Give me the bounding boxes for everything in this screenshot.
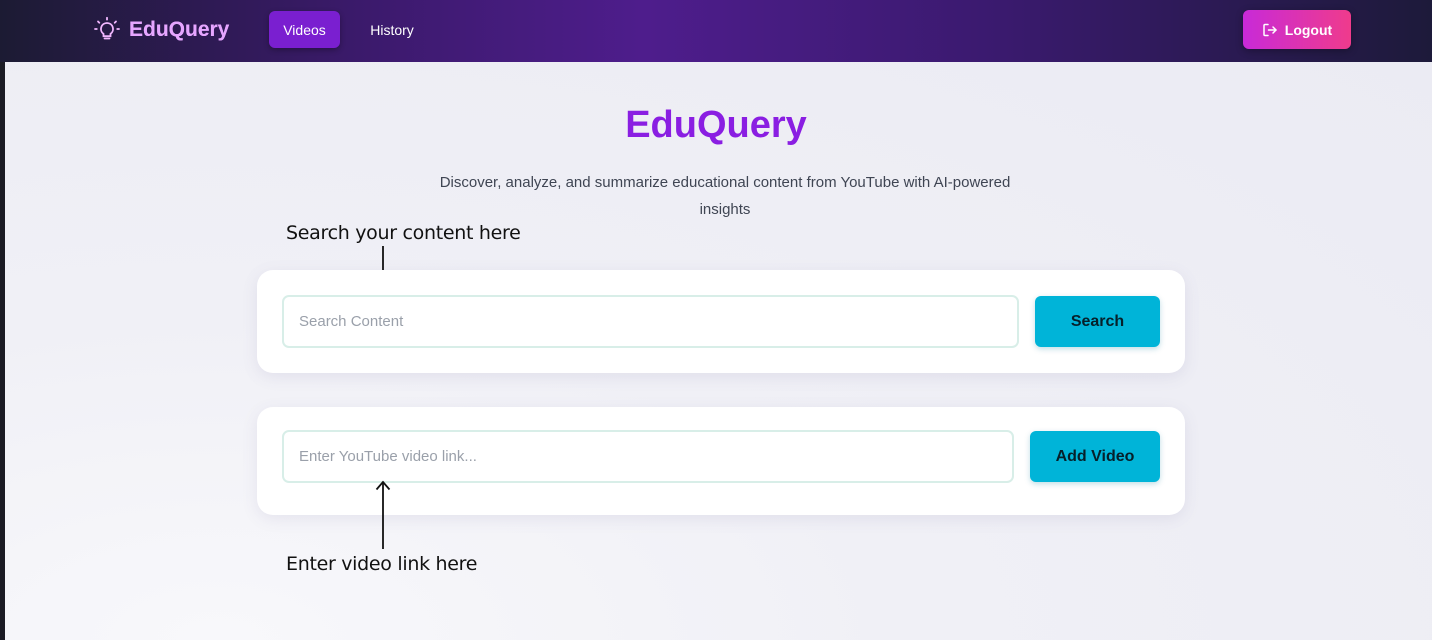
search-button[interactable]: Search <box>1035 296 1160 347</box>
up-arrow-icon <box>375 480 391 549</box>
add-video-card: Add Video <box>257 407 1185 515</box>
logout-label: Logout <box>1284 21 1333 38</box>
lightbulb-icon <box>93 16 121 44</box>
video-link-input[interactable] <box>282 430 1014 483</box>
top-navbar: EduQuery Videos History Logout <box>0 0 1432 62</box>
logout-button[interactable]: Logout <box>1243 10 1351 49</box>
page-subtitle: Discover, analyze, and summarize educati… <box>439 174 1011 218</box>
video-link-annotation: Enter video link here <box>286 553 478 575</box>
tab-videos[interactable]: Videos <box>269 11 340 48</box>
logout-icon <box>1262 22 1278 38</box>
brand[interactable]: EduQuery <box>93 14 229 46</box>
page-title: EduQuery <box>625 104 807 146</box>
search-annotation: Search your content here <box>286 222 521 244</box>
main-content: EduQuery Discover, analyze, and summariz… <box>5 62 1432 640</box>
brand-name: EduQuery <box>129 18 230 41</box>
search-input[interactable] <box>282 295 1019 348</box>
add-video-button[interactable]: Add Video <box>1030 431 1160 482</box>
search-card: Search <box>257 270 1185 373</box>
tab-history[interactable]: History <box>358 11 426 48</box>
